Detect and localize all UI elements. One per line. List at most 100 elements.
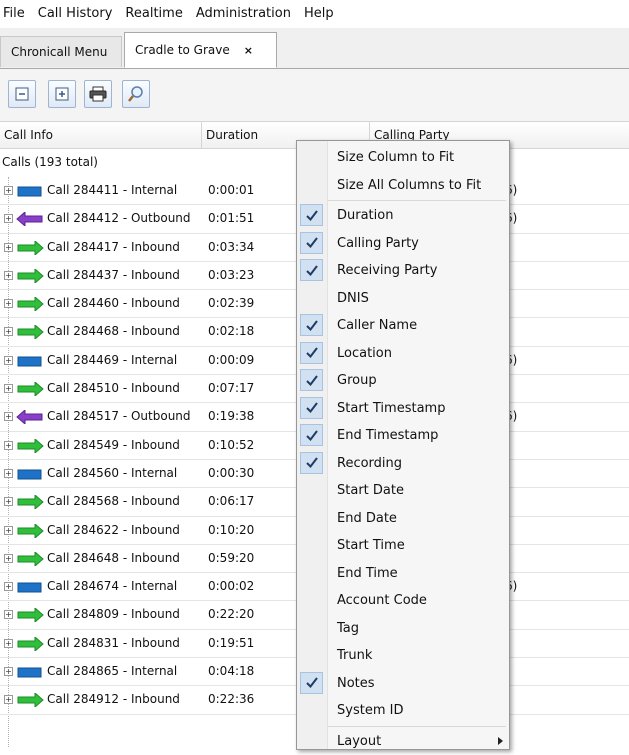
- expand-icon[interactable]: +: [4, 355, 13, 365]
- menu-item-calling-party[interactable]: Calling Party: [297, 230, 509, 257]
- inbound-call-icon: [17, 495, 44, 510]
- expand-icon[interactable]: +: [4, 497, 13, 507]
- checkmark-icon: [300, 424, 323, 446]
- menu-item-recording[interactable]: Recording: [297, 450, 509, 477]
- expand-icon[interactable]: +: [4, 582, 13, 592]
- expand-icon[interactable]: +: [4, 610, 13, 620]
- expand-icon[interactable]: +: [4, 667, 13, 677]
- inbound-call-icon: [17, 268, 44, 283]
- menu-item-label: Trunk: [337, 648, 373, 663]
- expand-icon[interactable]: +: [4, 440, 13, 450]
- tab-strip: Chronicall Menu Cradle to Grave ×: [0, 28, 629, 69]
- checkmark-icon: [300, 314, 323, 336]
- menu-separator: [328, 725, 506, 727]
- tab-cradle-to-grave[interactable]: Cradle to Grave ×: [124, 32, 277, 68]
- inbound-call-icon: [17, 297, 44, 312]
- menu-item-trunk[interactable]: Trunk: [297, 642, 509, 669]
- menu-item-account-code[interactable]: Account Code: [297, 587, 509, 614]
- menu-item-location[interactable]: Location: [297, 340, 509, 367]
- menu-item-end-date[interactable]: End Date: [297, 505, 509, 532]
- menu-item-caller-name[interactable]: Caller Name: [297, 312, 509, 339]
- menu-item-size-column-to-fit[interactable]: Size Column to Fit: [297, 144, 509, 171]
- tab-chronicall-menu[interactable]: Chronicall Menu: [0, 36, 122, 67]
- menu-administration[interactable]: Administration: [192, 0, 300, 28]
- checkmark-icon: [300, 204, 323, 226]
- duration-cell: 0:22:36: [208, 692, 255, 707]
- menu-item-system-id[interactable]: System ID: [297, 697, 509, 724]
- menu-item-label: DNIS: [337, 290, 369, 306]
- submenu-arrow-icon: [498, 736, 503, 745]
- menu-item-label: Start Timestamp: [337, 400, 446, 416]
- duration-cell: 0:03:34: [208, 239, 255, 254]
- expand-icon[interactable]: +: [4, 270, 13, 280]
- expand-icon[interactable]: +: [4, 525, 13, 535]
- menu-item-start-timestamp[interactable]: Start Timestamp: [297, 395, 509, 422]
- menu-item-dnis[interactable]: DNIS: [297, 285, 509, 312]
- call-info-cell: Call 284622 - Inbound: [47, 522, 180, 537]
- expand-all-icon: [55, 87, 69, 101]
- menu-item-size-all-columns-to-fit[interactable]: Size All Columns to Fit: [297, 172, 509, 199]
- menu-help[interactable]: Help: [300, 0, 343, 28]
- call-info-cell: Call 284831 - Inbound: [47, 635, 180, 650]
- expand-icon[interactable]: +: [4, 327, 13, 337]
- inbound-call-icon: [17, 693, 44, 708]
- duration-cell: 0:10:20: [208, 522, 255, 537]
- expand-icon[interactable]: +: [4, 638, 13, 648]
- column-header-call-info[interactable]: Call Info: [0, 122, 202, 148]
- menu-item-duration[interactable]: Duration: [297, 202, 509, 229]
- call-info-cell: Call 284411 - Internal: [47, 183, 178, 197]
- inbound-call-icon: [17, 382, 44, 397]
- internal-call-icon: [17, 356, 42, 367]
- menu-item-label: Caller Name: [337, 318, 418, 333]
- expand-icon[interactable]: +: [4, 468, 13, 478]
- menu-realtime[interactable]: Realtime: [121, 0, 191, 28]
- call-info-cell: Call 284412 - Outbound: [47, 211, 191, 226]
- print-button[interactable]: [84, 80, 112, 108]
- close-icon[interactable]: ×: [244, 44, 253, 57]
- menu-item-end-timestamp[interactable]: End Timestamp: [297, 422, 509, 449]
- call-info-cell: Call 284510 - Inbound: [47, 381, 180, 396]
- menu-item-group[interactable]: Group: [297, 367, 509, 394]
- call-info-cell: Call 284809 - Inbound: [47, 607, 180, 622]
- duration-cell: 0:10:52: [208, 437, 255, 452]
- checkmark-icon: [300, 451, 323, 474]
- expand-icon[interactable]: +: [4, 553, 13, 563]
- duration-cell: 0:03:23: [208, 267, 255, 282]
- menu-item-label: Size All Columns to Fit: [337, 177, 482, 193]
- collapse-all-button[interactable]: [8, 80, 36, 108]
- expand-icon[interactable]: +: [4, 695, 13, 705]
- menu-item-start-date[interactable]: Start Date: [297, 477, 509, 504]
- duration-cell: 0:04:18: [208, 664, 255, 679]
- call-info-cell: Call 284560 - Internal: [47, 465, 178, 480]
- expand-all-button[interactable]: [48, 80, 76, 108]
- menu-item-notes[interactable]: Notes: [297, 670, 509, 697]
- inbound-call-icon: [17, 325, 44, 340]
- duration-cell: 0:02:39: [208, 296, 255, 311]
- menu-item-tag[interactable]: Tag: [297, 615, 509, 642]
- checkmark-icon: [300, 369, 323, 391]
- menu-item-end-time[interactable]: End Time: [297, 560, 509, 587]
- menu-item-start-time[interactable]: Start Time: [297, 532, 509, 559]
- menu-item-layout[interactable]: Layout: [297, 728, 509, 755]
- expand-icon[interactable]: +: [4, 384, 13, 394]
- call-info-cell: Call 284460 - Inbound: [47, 296, 180, 311]
- expand-icon[interactable]: +: [4, 412, 13, 422]
- internal-call-icon: [17, 469, 42, 480]
- menu-item-label: Calling Party: [337, 235, 419, 251]
- menu-item-label: Start Date: [337, 483, 404, 498]
- duration-cell: 0:00:30: [208, 465, 255, 480]
- search-icon: [128, 86, 143, 102]
- expand-icon[interactable]: +: [4, 299, 13, 309]
- menu-file[interactable]: File: [0, 0, 34, 28]
- menu-item-receiving-party[interactable]: Receiving Party: [297, 257, 509, 284]
- expand-icon[interactable]: +: [4, 186, 13, 195]
- menu-call-history[interactable]: Call History: [34, 0, 122, 28]
- expand-icon[interactable]: +: [4, 242, 13, 252]
- inbound-call-icon: [17, 523, 44, 538]
- expand-icon[interactable]: +: [4, 214, 13, 224]
- call-info-cell: Call 284437 - Inbound: [47, 267, 180, 282]
- menu-item-label: Start Time: [337, 538, 405, 553]
- search-button[interactable]: [122, 80, 150, 108]
- call-info-cell: Call 284549 - Inbound: [47, 437, 180, 452]
- duration-cell: 0:06:17: [208, 494, 255, 509]
